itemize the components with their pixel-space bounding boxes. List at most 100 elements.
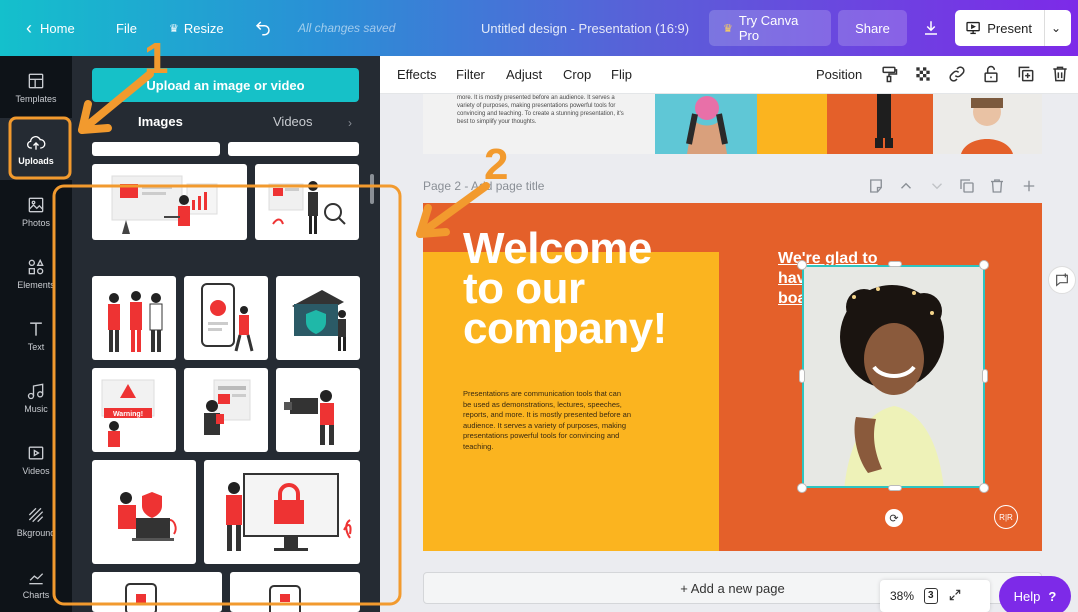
home-label: Home: [40, 20, 75, 36]
chevron-down-icon[interactable]: ⌄: [1051, 21, 1061, 35]
upload-thumbnail-doctors-illustration[interactable]: [92, 276, 176, 360]
rail-item-background[interactable]: Bkground: [0, 490, 72, 552]
upload-thumbnail[interactable]: [230, 572, 360, 612]
position-button[interactable]: Position: [816, 67, 862, 82]
file-label: File: [116, 20, 137, 36]
chart-icon: [29, 572, 44, 584]
rail-item-charts[interactable]: Charts: [0, 552, 72, 612]
duplicate-icon[interactable]: [1016, 64, 1038, 86]
resize-button[interactable]: ♛ Resize: [169, 0, 224, 56]
help-button[interactable]: Help ?: [999, 576, 1071, 612]
previous-page-yellow-block: [757, 94, 827, 154]
upload-thumbnail-news-illustration[interactable]: [184, 368, 268, 452]
trash-icon[interactable]: [1050, 64, 1072, 86]
lock-icon[interactable]: [981, 64, 1003, 86]
upload-thumbnail-dashboard-illustration[interactable]: [92, 164, 247, 240]
upload-thumbnail-security-illustration[interactable]: [276, 276, 360, 360]
selected-photo-woman[interactable]: [802, 265, 985, 488]
resize-handle-left[interactable]: [799, 369, 805, 383]
resize-handle-top-left[interactable]: [797, 260, 807, 270]
tab-images[interactable]: Images: [138, 114, 183, 138]
logo-badge[interactable]: R|R: [994, 505, 1018, 529]
rail-item-uploads[interactable]: Uploads: [0, 118, 72, 180]
share-button[interactable]: Share: [838, 10, 907, 46]
rail-label: Uploads: [18, 155, 54, 166]
slide-page-2[interactable]: Welcome to our company! Presentations ar…: [423, 203, 1042, 551]
delete-page-icon[interactable]: [988, 177, 1006, 195]
previous-page-text-area: more. It is mostly presented before an a…: [423, 94, 655, 154]
transparency-icon[interactable]: [913, 64, 935, 86]
panel-scrollbar[interactable]: [370, 174, 374, 204]
resize-handle-bottom-left[interactable]: [797, 483, 807, 493]
chevron-right-icon[interactable]: ›: [348, 116, 352, 130]
flip-button[interactable]: Flip: [611, 67, 632, 82]
previous-page-photo-person-three: [933, 94, 1042, 154]
resize-handle-bottom-right[interactable]: [979, 483, 989, 493]
upload-media-button[interactable]: Upload an image or video: [92, 68, 359, 102]
page-count-badge[interactable]: 3: [924, 588, 938, 604]
upload-thumbnail[interactable]: [228, 142, 359, 156]
adjust-button[interactable]: Adjust: [506, 67, 542, 82]
resize-handle-right[interactable]: [982, 369, 988, 383]
chevron-down-icon[interactable]: [928, 177, 946, 195]
undo-button[interactable]: [254, 0, 272, 56]
present-label: Present: [987, 20, 1033, 36]
filter-button[interactable]: Filter: [456, 67, 485, 82]
save-status: All changes saved: [298, 21, 396, 35]
add-page-icon[interactable]: [1020, 177, 1038, 195]
upload-thumbnail-phone-illustration[interactable]: [184, 276, 268, 360]
zoom-level[interactable]: 38%: [890, 589, 914, 603]
slide-headline[interactable]: Welcome to our company!: [463, 227, 713, 351]
rail-item-templates[interactable]: Templates: [0, 56, 72, 118]
previous-page-preview[interactable]: more. It is mostly presented before an a…: [423, 94, 1042, 154]
rail-item-videos[interactable]: Videos: [0, 428, 72, 490]
rail-item-elements[interactable]: Elements: [0, 242, 72, 304]
fullscreen-icon[interactable]: [948, 588, 962, 605]
rotate-icon[interactable]: ⟳: [885, 509, 903, 527]
crop-button[interactable]: Crop: [563, 67, 591, 82]
rail-label: Templates: [15, 93, 57, 104]
slide-body-text[interactable]: Presentations are communication tools th…: [463, 389, 631, 452]
resize-handle-top[interactable]: [888, 261, 902, 267]
chevron-up-icon[interactable]: [897, 177, 915, 195]
rail-label: Videos: [22, 465, 50, 476]
present-button[interactable]: Present ⌄: [955, 10, 1071, 46]
download-button[interactable]: [913, 10, 949, 46]
upload-thumbnail[interactable]: [92, 572, 222, 612]
help-label: Help: [1013, 588, 1041, 604]
try-canva-pro-button[interactable]: ♛ Try Canva Pro: [709, 10, 831, 46]
duplicate-page-icon[interactable]: [958, 177, 976, 195]
upload-thumbnail-analyst-illustration[interactable]: [255, 164, 359, 240]
document-title[interactable]: Untitled design - Presentation (16:9): [481, 0, 689, 56]
shapes-icon: [28, 258, 44, 274]
add-comment-icon[interactable]: [1048, 266, 1076, 294]
resize-handle-bottom[interactable]: [888, 485, 902, 491]
note-icon[interactable]: [867, 177, 885, 195]
previous-page-photo-person-one: [655, 94, 757, 154]
help-question-icon: ?: [1048, 588, 1057, 604]
divider: [1044, 10, 1045, 46]
templates-icon: [28, 73, 44, 88]
download-icon: [925, 21, 937, 35]
side-navigation: Templates Uploads Photos Elements Text M…: [0, 56, 72, 612]
rail-item-music[interactable]: Music: [0, 366, 72, 428]
video-icon: [28, 446, 44, 459]
tab-videos[interactable]: Videos: [273, 114, 313, 138]
effects-button[interactable]: Effects: [397, 67, 437, 82]
upload-thumbnail-lock-screen-illustration[interactable]: [204, 460, 360, 564]
resize-handle-top-right[interactable]: [979, 260, 989, 270]
music-icon: [27, 383, 44, 399]
upload-thumbnail-camera-illustration[interactable]: [276, 368, 360, 452]
crown-icon: ♛: [169, 22, 179, 35]
text-icon: [30, 321, 42, 336]
copy-style-icon[interactable]: [879, 64, 901, 86]
link-icon[interactable]: [947, 64, 969, 86]
upload-thumbnail-laptop-illustration[interactable]: [92, 460, 196, 564]
home-button[interactable]: ‹ Home: [26, 0, 75, 56]
rail-item-text[interactable]: Text: [0, 304, 72, 366]
photo-icon: [28, 197, 44, 212]
upload-thumbnail[interactable]: [92, 142, 220, 156]
upload-thumbnail-warning-illustration[interactable]: Warning!: [92, 368, 176, 452]
file-menu[interactable]: File: [116, 0, 137, 56]
rail-item-photos[interactable]: Photos: [0, 180, 72, 242]
